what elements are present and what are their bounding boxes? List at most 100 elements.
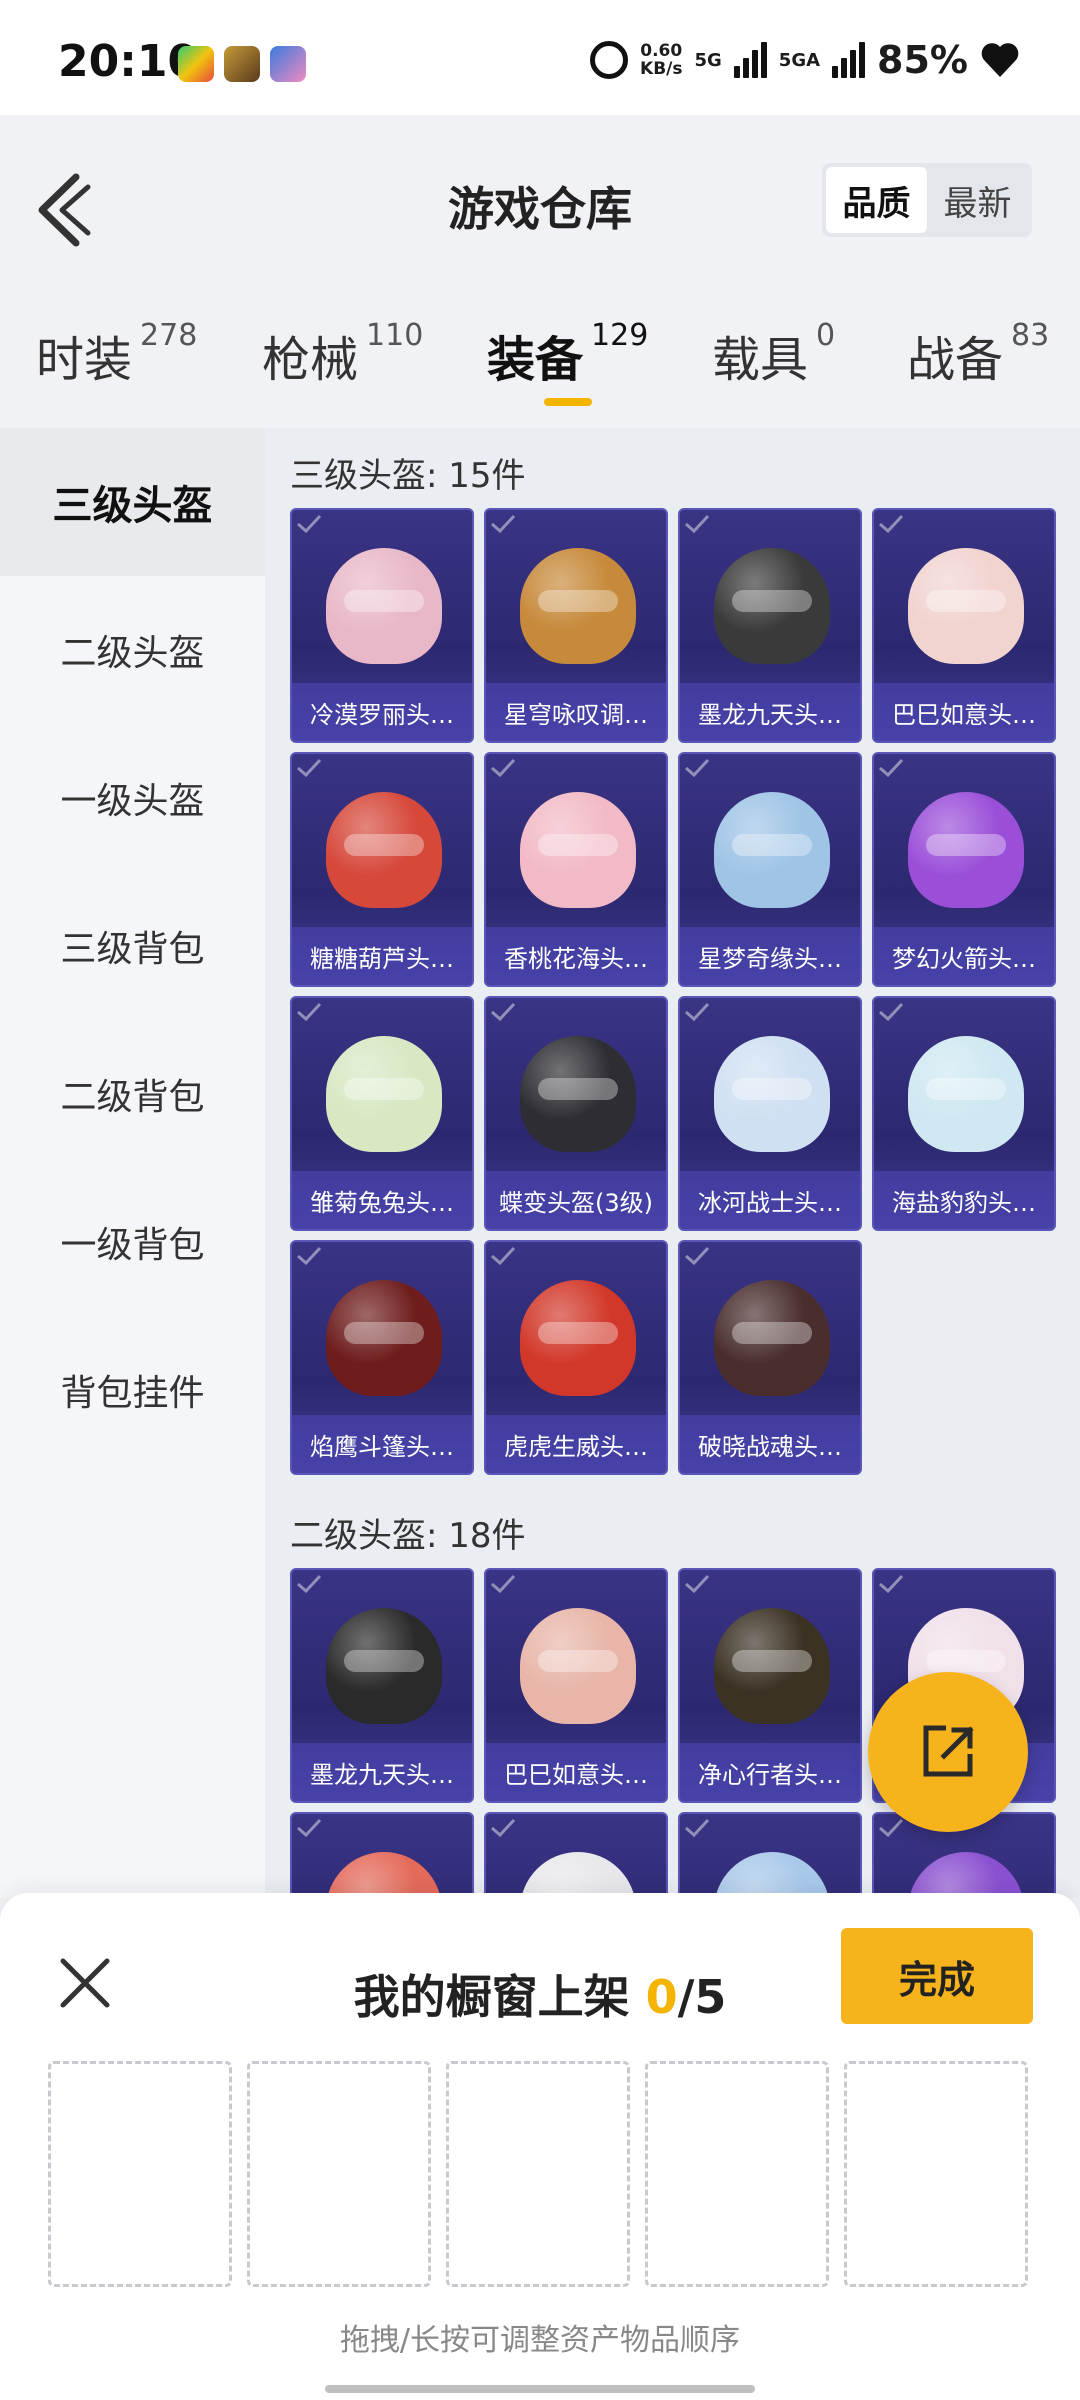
item-name: 墨龙九天头… [292,1743,472,1801]
sidebar-item-lvl3-backpack[interactable]: 三级背包 [0,872,265,1020]
helmet-image [326,1280,442,1396]
item-card[interactable]: 焰鹰斗篷头… [290,1240,474,1475]
item-card[interactable] [678,1812,862,1898]
tab-gear[interactable]: 战备 83 [907,318,1050,390]
section-title: 二级头盔: 18件 [290,1516,526,1556]
tab-equipment[interactable]: 装备 129 [487,318,649,406]
share-icon [923,1725,974,1777]
signal-1-label: 5G [694,49,722,71]
select-check-icon [491,1002,516,1022]
done-button[interactable]: 完成 [841,1928,1033,2024]
active-tab-indicator [543,398,592,406]
tab-count: 129 [591,318,649,353]
helmet-image [520,1280,636,1396]
share-button[interactable] [868,1672,1028,1832]
sort-quality[interactable]: 品质 [826,167,927,233]
item-card[interactable]: 冰河战士头… [678,996,862,1231]
select-check-icon [685,758,710,778]
helmet-image [326,1852,442,1898]
tab-label: 装备 [487,332,584,388]
tab-fashion[interactable]: 时装 278 [36,318,197,390]
item-card[interactable]: 海盐豹豹头… [872,996,1056,1231]
item-card[interactable]: 蝶变头盔(3级) [484,996,668,1231]
item-card[interactable]: 梦幻火箭头… [872,752,1056,987]
sidebar-item-backpack-charm[interactable]: 背包挂件 [0,1316,265,1464]
helmet-image [520,548,636,664]
showcase-panel: 我的橱窗上架 0/5 完成 拖拽/长按可调整资产物品顺序 [0,1893,1080,2400]
item-card[interactable] [484,1812,668,1898]
helmet-image [714,1280,830,1396]
sidebar-item-lvl3-helmet[interactable]: 三级头盔 [0,428,265,576]
sidebar-item-lvl1-helmet[interactable]: 一级头盔 [0,724,265,872]
item-name: 海盐豹豹头… [874,1171,1054,1229]
helmet-image [714,1852,830,1898]
video-app-icon [178,46,214,82]
helmet-image [520,1036,636,1152]
home-indicator [325,2385,755,2393]
tab-label: 载具 [712,332,809,388]
tab-count: 0 [816,318,836,353]
sidebar-item-lvl1-backpack[interactable]: 一级背包 [0,1168,265,1316]
select-check-icon [297,1574,322,1594]
item-card[interactable]: 巴巳如意头… [484,1568,668,1803]
item-card[interactable]: 墨龙九天头… [290,1568,474,1803]
item-card[interactable]: 虎虎生威头… [484,1240,668,1475]
tab-vehicles[interactable]: 载具 0 [712,318,836,390]
tab-count: 83 [1011,318,1050,353]
showcase-slot[interactable] [844,2061,1028,2287]
signal-2-icon [832,42,866,78]
select-check-icon [297,1002,322,1022]
item-name: 净心行者头… [680,1743,860,1801]
select-check-icon [879,514,904,534]
item-name: 蝶变头盔(3级) [486,1171,666,1229]
signal-1-icon [733,42,767,78]
item-card[interactable]: 巴巳如意头… [872,508,1056,743]
reorder-hint: 拖拽/长按可调整资产物品顺序 [339,2323,741,2358]
sidebar-item-lvl2-helmet[interactable]: 二级头盔 [0,576,265,724]
showcase-slot[interactable] [48,2061,232,2287]
select-check-icon [491,758,516,778]
tab-guns[interactable]: 枪械 110 [262,318,423,390]
item-name: 焰鹰斗篷头… [292,1415,472,1473]
item-card[interactable]: 星梦奇缘头… [678,752,862,987]
item-name: 星穹咏叹调… [486,683,666,741]
item-card[interactable]: 雏菊兔兔头… [290,996,474,1231]
helmet-image [714,792,830,908]
tab-label: 枪械 [262,332,359,388]
helmet-image [326,1608,442,1724]
showcase-slot[interactable] [446,2061,630,2287]
item-card[interactable]: 破晓战魂头… [678,1240,862,1475]
item-name: 香桃花海头… [486,927,666,985]
showcase-slot[interactable] [247,2061,431,2287]
sidebar-item-lvl2-backpack[interactable]: 二级背包 [0,1020,265,1168]
item-name: 巴巳如意头… [486,1743,666,1801]
item-name: 雏菊兔兔头… [292,1171,472,1229]
showcase-slot[interactable] [645,2061,829,2287]
item-card[interactable]: 墨龙九天头… [678,508,862,743]
select-check-icon [297,514,322,534]
showcase-count: 0 [645,1970,678,2024]
heart-battery-icon [981,43,1019,77]
sort-newest[interactable]: 最新 [927,167,1028,233]
item-card[interactable] [290,1812,474,1898]
item-name: 冷漠罗丽头… [292,683,472,741]
helmet-image [326,1036,442,1152]
select-check-icon [491,1246,516,1266]
item-card[interactable]: 星穹咏叹调… [484,508,668,743]
helmet-image [714,1608,830,1724]
select-check-icon [297,1246,322,1266]
status-bar: 20:10 0.60 KB/s 5G 5GA 85% [0,0,1080,115]
alarm-icon [590,41,629,79]
helmet-image [908,1036,1024,1152]
select-check-icon [491,514,516,534]
item-card[interactable]: 冷漠罗丽头… [290,508,474,743]
helmet-image [520,1608,636,1724]
select-check-icon [879,1574,904,1594]
item-card[interactable]: 净心行者头… [678,1568,862,1803]
item-card[interactable]: 香桃花海头… [484,752,668,987]
item-name: 虎虎生威头… [486,1415,666,1473]
item-card[interactable]: 糖糖葫芦头… [290,752,474,987]
helmet-image [714,548,830,664]
header: 游戏仓库 品质 最新 时装 278 枪械 110 装备 129 载具 0 战备 … [0,115,1080,425]
notification-icons [178,46,306,82]
